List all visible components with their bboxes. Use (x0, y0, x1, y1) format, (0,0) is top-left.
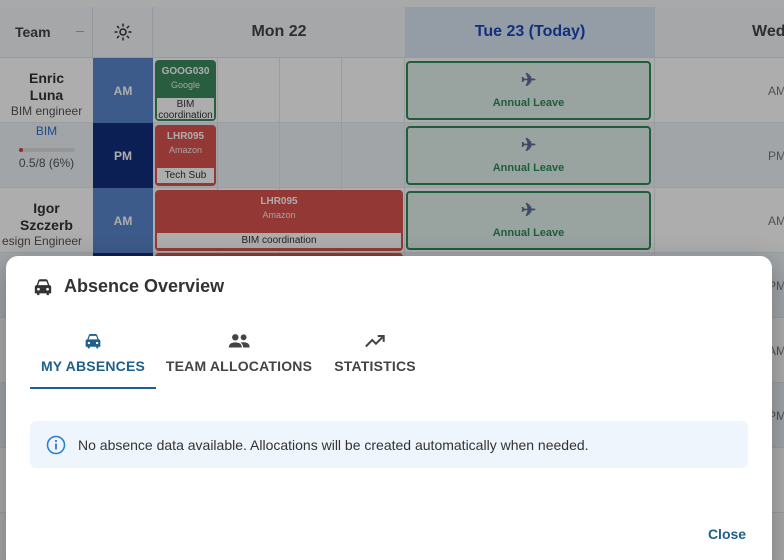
car-icon (32, 277, 54, 297)
tab-label: STATISTICS (334, 358, 416, 374)
absence-tabs: MY ABSENCES TEAM ALLOCATIONS STATISTICS (30, 328, 428, 389)
tab-statistics[interactable]: STATISTICS (322, 328, 428, 389)
tab-my-absences[interactable]: MY ABSENCES (30, 328, 156, 389)
absence-overview-dialog: Absence Overview MY ABSENCES TEAM ALLOCA… (6, 256, 772, 560)
close-button[interactable]: Close (702, 522, 752, 546)
dialog-title-text: Absence Overview (64, 276, 225, 296)
info-icon (46, 435, 66, 455)
tab-label: TEAM ALLOCATIONS (165, 358, 313, 374)
tab-label: MY ABSENCES (40, 358, 146, 374)
info-alert: No absence data available. Allocations w… (30, 421, 748, 468)
car-icon (83, 332, 103, 350)
dialog-title: Absence Overview (32, 276, 224, 297)
tab-team-allocations[interactable]: TEAM ALLOCATIONS (156, 328, 322, 389)
people-icon (227, 332, 251, 350)
info-message: No absence data available. Allocations w… (78, 436, 589, 453)
trending-up-icon (364, 332, 386, 350)
